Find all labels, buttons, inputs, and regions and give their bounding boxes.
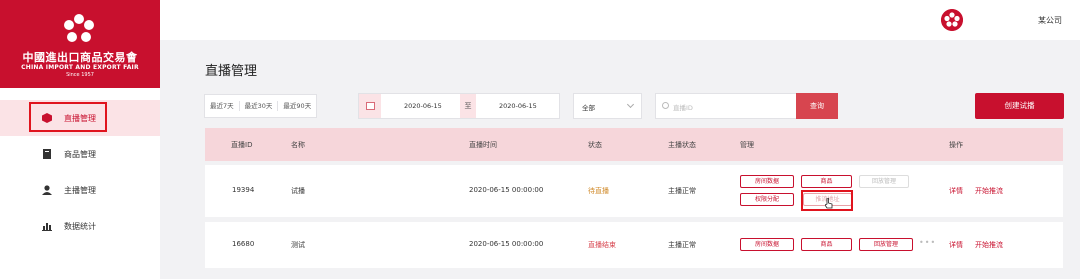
- sidebar-item-label: 商品管理: [64, 149, 96, 159]
- user-avatar-icon[interactable]: [941, 9, 963, 31]
- highlight-box: [29, 102, 107, 132]
- date-start[interactable]: 2020-06-15: [404, 102, 442, 110]
- search-icon: [662, 102, 669, 109]
- col-status: 状态: [588, 141, 602, 149]
- brand-logo: 中國進出口商品交易會 CHINA IMPORT AND EXPORT FAIR …: [0, 0, 160, 88]
- row-anchor-status: 主播正常: [668, 241, 696, 249]
- col-ops: 操作: [949, 141, 963, 149]
- range-90d[interactable]: 最近90天: [278, 101, 316, 111]
- col-manage: 管理: [740, 141, 754, 149]
- table-row: 19394 试播 2020-06-15 00:00:00 待直播 主播正常 房间…: [205, 165, 1063, 217]
- col-time: 直播时间: [469, 141, 497, 149]
- room-data-button[interactable]: 房间数据: [740, 238, 794, 251]
- logo-en-text: CHINA IMPORT AND EXPORT FAIR: [21, 64, 139, 71]
- products-button[interactable]: 商品: [801, 175, 852, 188]
- date-range-picker[interactable]: 2020-06-15 至 2020-06-15: [358, 93, 560, 119]
- detail-link[interactable]: 详情: [949, 186, 963, 196]
- permissions-button[interactable]: 权限分配: [740, 193, 794, 206]
- sidebar-item-label: 数据统计: [64, 221, 96, 231]
- room-data-button[interactable]: 房间数据: [740, 175, 794, 188]
- sidebar-item-live[interactable]: 直播管理: [0, 100, 160, 136]
- row-status: 直播结束: [588, 241, 616, 249]
- replay-manage-button[interactable]: 回放管理: [859, 175, 909, 188]
- row-name: 测试: [291, 241, 305, 249]
- create-trial-button[interactable]: 创建试播: [975, 93, 1064, 119]
- range-30d[interactable]: 最近30天: [240, 101, 279, 111]
- search-placeholder: 直播ID: [673, 104, 693, 112]
- table-row: 16680 测试 2020-06-15 00:00:00 直播结束 主播正常 房…: [205, 222, 1063, 268]
- replay-manage-button[interactable]: 回放管理: [859, 238, 913, 251]
- row-name: 试播: [291, 187, 305, 195]
- start-stream-link[interactable]: 开始推流: [975, 186, 1003, 196]
- start-stream-link[interactable]: 开始推流: [975, 240, 1003, 250]
- date-end[interactable]: 2020-06-15: [499, 102, 537, 110]
- sidebar: 中國進出口商品交易會 CHINA IMPORT AND EXPORT FAIR …: [0, 0, 160, 279]
- status-select[interactable]: 全部: [573, 93, 642, 119]
- bar-chart-icon: [42, 223, 52, 231]
- row-time: 2020-06-15 00:00:00: [469, 240, 544, 248]
- topbar: 某公司: [160, 0, 1080, 40]
- range-7d[interactable]: 最近7天: [205, 101, 240, 111]
- detail-link[interactable]: 详情: [949, 240, 963, 250]
- sidebar-item-products[interactable]: 商品管理: [0, 136, 160, 172]
- person-icon: [42, 185, 52, 195]
- calendar-icon[interactable]: [359, 94, 381, 118]
- logo-since-text: Since 1957: [66, 72, 94, 78]
- sidebar-item-stats[interactable]: 数据统计: [0, 208, 160, 244]
- row-anchor-status: 主播正常: [668, 187, 696, 195]
- col-anchor-status: 主播状态: [668, 141, 696, 149]
- search-input[interactable]: 直播ID: [655, 93, 797, 119]
- products-button[interactable]: 商品: [801, 238, 852, 251]
- more-icon[interactable]: •••: [919, 238, 936, 247]
- col-name: 名称: [291, 141, 305, 149]
- sidebar-item-label: 主播管理: [64, 185, 96, 195]
- range-filter: 最近7天 最近30天 最近90天: [204, 94, 318, 118]
- row-id: 19394: [232, 186, 255, 194]
- date-separator: 至: [460, 94, 476, 118]
- row-status: 待直播: [588, 187, 609, 195]
- page-title: 直播管理: [205, 64, 258, 79]
- logo-cn-text: 中國進出口商品交易會: [22, 51, 138, 64]
- table-header: 直播ID 名称 直播时间 状态 主播状态 管理 操作: [205, 128, 1063, 161]
- row-time: 2020-06-15 00:00:00: [469, 186, 544, 194]
- book-icon: [43, 149, 51, 159]
- sidebar-nav: 直播管理 商品管理 主播管理 数据统计: [0, 100, 160, 244]
- cube-icon: [42, 113, 52, 123]
- chevron-down-icon: [626, 100, 635, 109]
- company-name[interactable]: 某公司: [1038, 15, 1062, 26]
- search-button[interactable]: 查询: [796, 93, 838, 119]
- col-id: 直播ID: [231, 141, 253, 149]
- sidebar-item-anchors[interactable]: 主播管理: [0, 172, 160, 208]
- row-id: 16680: [232, 240, 255, 248]
- flower-logo-icon: [64, 14, 94, 42]
- hand-cursor-icon: [825, 198, 833, 209]
- status-select-value: 全部: [582, 104, 595, 112]
